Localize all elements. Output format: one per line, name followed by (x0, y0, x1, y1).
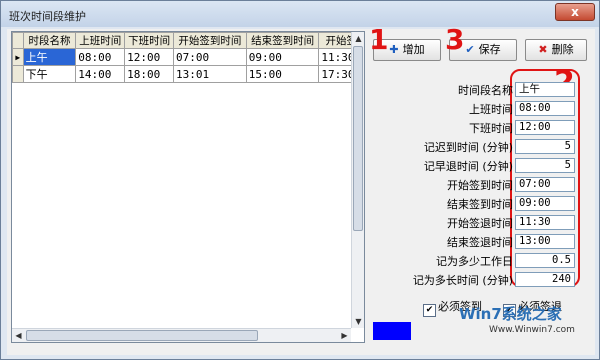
signin-start-label: 开始签到时间 (447, 179, 513, 192)
shift-table: 时段名称 上班时间 下班时间 开始签到时间 结束签到时间 开始签 ▶ 上午 08… (12, 32, 364, 83)
watermark-url: Www.Winwin7.com (489, 325, 575, 335)
table-cell[interactable]: 下午 (22, 65, 77, 83)
table-cell[interactable]: 14:00 (75, 65, 126, 83)
table-cell[interactable]: 08:00 (75, 48, 126, 66)
horizontal-scroll-thumb[interactable] (26, 330, 258, 341)
scroll-down-icon[interactable]: ▼ (352, 315, 364, 328)
start-time-field[interactable]: 08:00 (515, 101, 575, 116)
vertical-scroll-thumb[interactable] (353, 46, 363, 231)
x-icon: ✖ (538, 43, 548, 56)
signout-end-field[interactable]: 13:00 (515, 234, 575, 249)
end-time-field[interactable]: 12:00 (515, 120, 575, 135)
table-row[interactable]: ▶ 上午 08:00 12:00 07:00 09:00 11:30 (12, 48, 364, 66)
scroll-right-icon[interactable]: ▶ (338, 329, 351, 342)
close-button[interactable]: x (555, 3, 595, 21)
table-cell[interactable]: 13:01 (173, 65, 247, 83)
table-cell[interactable]: 09:00 (245, 48, 320, 66)
signin-end-field[interactable]: 09:00 (515, 196, 575, 211)
table-cell[interactable]: 上午 (22, 48, 77, 66)
name-label: 时间段名称 (458, 84, 513, 97)
annotation-marker-1: 1 (369, 23, 389, 56)
color-swatch[interactable] (373, 322, 411, 340)
save-button-label: 保存 (478, 43, 501, 56)
scroll-up-icon[interactable]: ▲ (352, 32, 364, 45)
column-header[interactable]: 开始签到时间 (173, 32, 247, 49)
title-bar: 班次时间段维护 x (1, 1, 599, 27)
late-minutes-field[interactable]: 5 (515, 139, 575, 154)
plus-icon: ✚ (389, 43, 399, 56)
add-button-label: 增加 (402, 43, 425, 56)
window-title: 班次时间段维护 (9, 10, 86, 23)
column-header[interactable]: 时段名称 (22, 32, 77, 49)
signin-start-field[interactable]: 07:00 (515, 177, 575, 192)
early-minutes-label: 记早退时间 (分钟) (423, 160, 513, 173)
row-indicator-header (12, 32, 24, 49)
check-icon: ✔ (465, 43, 475, 56)
signin-end-label: 结束签到时间 (447, 198, 513, 211)
name-field[interactable]: 上午 (515, 82, 575, 97)
column-header[interactable]: 结束签到时间 (245, 32, 320, 49)
signout-start-field[interactable]: 11:30 (515, 215, 575, 230)
horizontal-scrollbar[interactable]: ◀ ▶ (12, 328, 351, 342)
table-cell[interactable]: 12:00 (124, 48, 175, 66)
checkbox-check-icon: ✔ (423, 304, 436, 317)
early-minutes-field[interactable]: 5 (515, 158, 575, 173)
column-header[interactable]: 下班时间 (124, 32, 175, 49)
delete-button[interactable]: ✖ 删除 (525, 39, 587, 61)
duration-field[interactable]: 240 (515, 272, 575, 287)
start-time-label: 上班时间 (469, 103, 513, 116)
signout-end-label: 结束签退时间 (447, 236, 513, 249)
table-row[interactable]: 下午 14:00 18:00 13:01 15:00 17:30 (12, 65, 364, 83)
dialog-window: 班次时间段维护 x 时段名称 上班时间 下班时间 开始签到时间 结束签到时间 开… (0, 0, 600, 360)
duration-label: 记为多长时间 (分钟) (412, 274, 513, 287)
annotation-marker-3: 3 (445, 23, 465, 56)
workday-label: 记为多少工作日 (436, 255, 513, 268)
table-cell[interactable]: 18:00 (124, 65, 175, 83)
delete-button-label: 删除 (551, 43, 574, 56)
vertical-scrollbar[interactable]: ▲ ▼ (351, 32, 364, 328)
row-indicator-icon: ▶ (12, 48, 24, 66)
scroll-left-icon[interactable]: ◀ (12, 329, 25, 342)
end-time-label: 下班时间 (469, 122, 513, 135)
table-cell[interactable]: 07:00 (173, 48, 247, 66)
signout-start-label: 开始签退时间 (447, 217, 513, 230)
watermark-brand: Win7系统之家 (459, 305, 562, 323)
grid-header-row: 时段名称 上班时间 下班时间 开始签到时间 结束签到时间 开始签 (12, 32, 364, 49)
shift-grid[interactable]: 时段名称 上班时间 下班时间 开始签到时间 结束签到时间 开始签 ▶ 上午 08… (11, 31, 365, 343)
workday-field[interactable]: 0.5 (515, 253, 575, 268)
table-cell[interactable]: 15:00 (245, 65, 320, 83)
late-minutes-label: 记迟到时间 (分钟) (423, 141, 513, 154)
row-indicator-icon (12, 65, 24, 83)
column-header[interactable]: 上班时间 (75, 32, 126, 49)
